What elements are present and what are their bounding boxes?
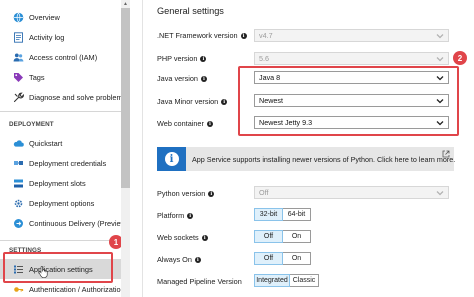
callout-box-application-settings <box>3 252 113 283</box>
credentials-icon <box>13 158 24 169</box>
cloud-icon <box>13 138 24 149</box>
info-icon[interactable]: i <box>194 256 201 263</box>
net-framework-label: .NET Framework version i <box>157 31 247 40</box>
always-on-off-option[interactable]: Off <box>254 252 283 265</box>
info-icon: i <box>157 147 186 171</box>
sidebar-item-label: Access control (IAM) <box>29 52 98 62</box>
web-sockets-off-option[interactable]: Off <box>254 230 283 243</box>
sidebar-item-label: Quickstart <box>29 138 63 148</box>
java-minor-version-label: Java Minor version i <box>157 97 228 106</box>
java-version-label: Java version i <box>157 74 207 83</box>
always-on-on-option[interactable]: On <box>283 252 311 265</box>
platform-64bit-option[interactable]: 64-bit <box>283 208 311 221</box>
info-icon[interactable]: i <box>208 190 215 197</box>
sidebar-item-tags[interactable]: Tags <box>0 67 121 87</box>
php-version-dropdown[interactable]: 5.6 <box>254 52 449 65</box>
pipeline-classic-option[interactable]: Classic <box>290 274 319 287</box>
sidebar-item-access-control[interactable]: Access control (IAM) <box>0 47 121 67</box>
sidebar-item-label: Continuous Delivery (Preview) <box>29 218 129 228</box>
chevron-down-icon <box>436 32 444 40</box>
blade-divider <box>142 0 143 297</box>
info-icon[interactable]: i <box>200 75 207 82</box>
callout-box-java-settings <box>238 66 459 136</box>
sidebar-item-continuous-delivery[interactable]: Continuous Delivery (Preview) <box>0 213 128 233</box>
sidebar-item-label: Activity log <box>29 32 65 42</box>
people-icon <box>13 52 24 63</box>
globe-icon <box>13 12 24 23</box>
info-icon[interactable]: i <box>240 32 247 39</box>
net-framework-dropdown[interactable]: v4.7 <box>254 29 449 42</box>
info-icon[interactable]: i <box>206 120 213 127</box>
info-icon[interactable]: i <box>187 212 194 219</box>
panel-title: General settings <box>157 6 224 16</box>
platform-label: Platform i <box>157 211 194 220</box>
slots-icon <box>13 178 24 189</box>
sidebar-item-label: Deployment slots <box>29 178 86 188</box>
sidebar-item-label: Deployment credentials <box>29 158 107 168</box>
sidebar-item-deployment-options[interactable]: Deployment options <box>0 193 121 213</box>
sidebar-item-label: Diagnose and solve problems <box>29 92 127 102</box>
always-on-toggle: Off On <box>254 252 311 265</box>
sidebar-item-diagnose[interactable]: Diagnose and solve problems <box>0 87 126 107</box>
section-header-deployment: DEPLOYMENT <box>9 121 54 128</box>
scroll-up-arrow-icon[interactable]: ▲ <box>121 0 130 8</box>
sidebar-item-label: Deployment options <box>29 198 95 208</box>
platform-32bit-option[interactable]: 32-bit <box>254 208 283 221</box>
banner-text: App Service supports installing newer ve… <box>192 154 456 164</box>
sidebar-item-label: Authentication / Authorization <box>29 284 125 294</box>
pipeline-integrated-option[interactable]: Integrated <box>254 274 290 287</box>
external-link-icon[interactable] <box>442 150 450 158</box>
options-icon <box>13 198 24 209</box>
php-version-label: PHP version i <box>157 54 207 63</box>
section-divider <box>0 240 121 241</box>
sidebar-item-label: Tags <box>29 72 45 82</box>
web-sockets-label: Web sockets i <box>157 233 208 242</box>
managed-pipeline-toggle: Integrated Classic <box>254 274 319 287</box>
web-sockets-on-option[interactable]: On <box>283 230 311 243</box>
delivery-icon <box>13 218 24 229</box>
sidebar-item-activity-log[interactable]: Activity log <box>0 27 121 47</box>
tag-icon <box>13 72 24 83</box>
platform-toggle: 32-bit 64-bit <box>254 208 311 221</box>
sidebar-item-quickstart[interactable]: Quickstart <box>0 133 121 153</box>
wrench-icon <box>13 92 24 103</box>
web-container-label: Web container i <box>157 119 213 128</box>
always-on-label: Always On i <box>157 255 201 264</box>
callout-badge-2: 2 <box>453 51 467 65</box>
info-icon[interactable]: i <box>221 98 228 105</box>
sidebar-item-deployment-credentials[interactable]: Deployment credentials <box>0 153 121 173</box>
sidebar-item-label: Overview <box>29 12 60 22</box>
sidebar-item-overview[interactable]: Overview <box>0 7 121 27</box>
python-version-dropdown[interactable]: Off <box>254 186 449 199</box>
info-icon[interactable]: i <box>201 234 208 241</box>
section-divider <box>0 111 121 112</box>
chevron-down-icon <box>436 189 444 197</box>
python-info-banner[interactable]: i App Service supports installing newer … <box>157 147 456 171</box>
sidebar-scrollbar-thumb[interactable] <box>121 8 130 188</box>
activity-log-icon <box>13 31 24 43</box>
chevron-down-icon <box>436 55 444 63</box>
sidebar-item-deployment-slots[interactable]: Deployment slots <box>0 173 121 193</box>
managed-pipeline-label: Managed Pipeline Version <box>157 277 242 286</box>
web-sockets-toggle: Off On <box>254 230 311 243</box>
python-version-label: Python version i <box>157 189 215 198</box>
key-icon <box>13 284 24 295</box>
info-icon[interactable]: i <box>200 55 207 62</box>
